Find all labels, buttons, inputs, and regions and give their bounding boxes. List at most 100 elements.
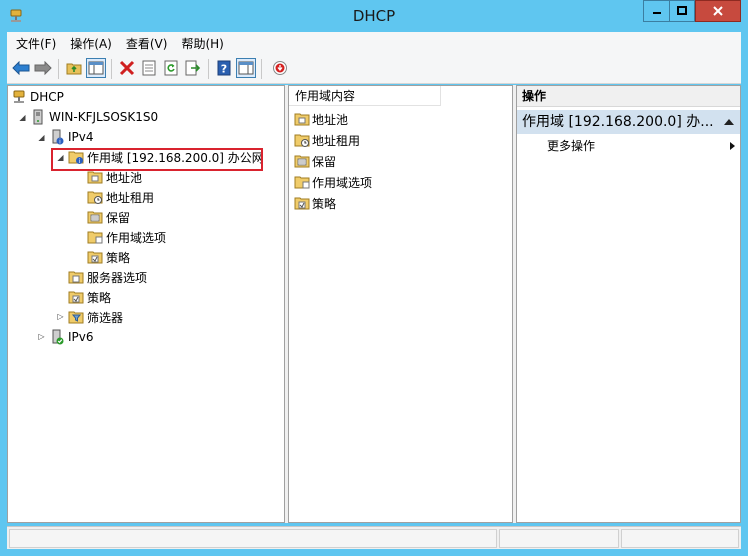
tree-label: WIN-KFJLSOSK1S0	[49, 110, 159, 124]
tree-node-address-leases[interactable]: 地址租用	[87, 188, 154, 206]
collapse-ipv4-toggle[interactable]: ◢	[37, 133, 46, 142]
refresh-button[interactable]	[161, 58, 181, 78]
reservation-icon	[87, 211, 103, 224]
menu-file[interactable]: 文件(F)	[9, 35, 63, 52]
console-tree-icon	[88, 61, 104, 75]
tree-label: 作用域选项	[106, 230, 167, 245]
address-pool-icon	[294, 113, 310, 126]
ipv4-server-icon: i	[52, 129, 64, 145]
tree-node-server[interactable]: WIN-KFJLSOSK1S0	[30, 108, 158, 126]
address-pool-icon	[87, 171, 103, 184]
back-arrow-icon	[12, 61, 30, 75]
up-folder-icon	[66, 63, 82, 75]
list-item-reservations[interactable]: 保留	[294, 151, 336, 171]
submenu-arrow-icon	[730, 142, 735, 150]
delete-button[interactable]	[117, 58, 137, 78]
svg-text:?: ?	[221, 63, 227, 76]
status-cell-main	[9, 529, 497, 548]
tree-node-filters[interactable]: 筛选器	[68, 308, 123, 326]
filter-icon	[68, 311, 84, 324]
ipv6-server-icon	[52, 329, 64, 345]
status-cell-2	[499, 529, 619, 548]
tree-node-scope-policies[interactable]: 策略	[87, 248, 130, 266]
reservation-icon	[294, 155, 310, 168]
menu-bar: 文件(F) 操作(A) 查看(V) 帮助(H)	[7, 32, 741, 54]
up-one-level-button[interactable]	[64, 58, 84, 78]
expand-ipv6-toggle[interactable]: ▷	[37, 332, 46, 341]
console-tree[interactable]: DHCP ◢ WIN-KFJLSOSK1S0 ◢ i IPv4 ◢ i 作用域 …	[7, 85, 285, 523]
tree-label: 保留	[106, 210, 131, 225]
status-cell-3	[621, 529, 739, 548]
address-lease-icon	[87, 191, 103, 204]
tree-node-policies[interactable]: 策略	[68, 288, 111, 306]
properties-button[interactable]	[139, 58, 159, 78]
tree-node-server-options[interactable]: 服务器选项	[68, 268, 147, 286]
more-actions-label: 更多操作	[547, 139, 596, 153]
actions-scope-group[interactable]: 作用域 [192.168.200.0] 办...	[517, 110, 740, 134]
tree-label: 策略	[106, 250, 131, 265]
menu-view[interactable]: 查看(V)	[119, 35, 175, 52]
minimize-button[interactable]	[643, 0, 669, 22]
dhcp-icon	[13, 90, 25, 103]
tree-node-address-pool[interactable]: 地址池	[87, 168, 142, 186]
column-header-scope-contents[interactable]: 作用域内容	[289, 86, 441, 106]
close-button[interactable]	[695, 0, 741, 22]
tree-node-dhcp[interactable]: DHCP	[11, 88, 64, 106]
export-list-button[interactable]	[183, 58, 203, 78]
tree-label: 地址租用	[106, 190, 155, 205]
properties-icon	[142, 60, 156, 76]
deactivate-icon	[273, 61, 287, 75]
tree-label: 策略	[87, 290, 112, 305]
list-item-scope-options[interactable]: 作用域选项	[294, 172, 372, 192]
list-item-label: 保留	[312, 154, 337, 169]
content-area: DHCP ◢ WIN-KFJLSOSK1S0 ◢ i IPv4 ◢ i 作用域 …	[7, 85, 741, 523]
tree-label: DHCP	[30, 90, 64, 104]
scope-options-icon	[87, 231, 103, 244]
list-item-address-leases[interactable]: 地址租用	[294, 130, 360, 150]
toolbar: ?	[7, 54, 741, 84]
forward-button[interactable]	[33, 58, 53, 78]
list-item-label: 地址池	[312, 112, 349, 127]
collapse-server-toggle[interactable]: ◢	[18, 113, 27, 122]
policy-icon	[68, 291, 84, 304]
help-button[interactable]: ?	[214, 58, 234, 78]
tree-node-scope-options[interactable]: 作用域选项	[87, 228, 166, 246]
dhcp-window: DHCP 文件(F) 操作(A) 查看(V) 帮助(H) ? DHCP ◢ WI…	[0, 0, 748, 556]
show-hide-action-pane-button[interactable]	[236, 58, 256, 78]
scope-options-icon	[294, 176, 310, 189]
export-icon	[185, 60, 201, 76]
refresh-icon	[164, 60, 178, 76]
deactivate-button[interactable]	[270, 58, 290, 78]
maximize-button[interactable]	[669, 0, 695, 22]
title-bar[interactable]: DHCP	[0, 0, 748, 32]
actions-pane: 操作 作用域 [192.168.200.0] 办... 更多操作	[516, 85, 741, 523]
show-hide-console-tree-button[interactable]	[86, 58, 106, 78]
tree-node-ipv4[interactable]: i IPv4	[49, 128, 94, 146]
list-item-policies[interactable]: 策略	[294, 193, 336, 213]
server-options-icon	[68, 271, 84, 284]
help-icon: ?	[217, 60, 231, 76]
back-button[interactable]	[11, 58, 31, 78]
list-item-address-pool[interactable]: 地址池	[294, 109, 348, 129]
list-item-label: 作用域选项	[312, 175, 373, 190]
expand-filters-toggle[interactable]: ▷	[56, 312, 65, 321]
list-item-label: 地址租用	[312, 133, 361, 148]
policy-icon	[87, 251, 103, 264]
collapse-triangle-icon[interactable]	[724, 119, 734, 125]
tree-label: IPv4	[68, 130, 94, 144]
result-pane[interactable]: 作用域内容 地址池 地址租用 保留 作用域选项 策略	[288, 85, 513, 523]
actions-group-label: 作用域 [192.168.200.0] 办...	[522, 114, 714, 130]
delete-icon	[119, 60, 135, 76]
menu-help[interactable]: 帮助(H)	[174, 35, 230, 52]
more-actions-item[interactable]: 更多操作	[547, 137, 737, 155]
server-icon	[33, 109, 43, 125]
tree-label: 服务器选项	[87, 270, 148, 285]
tree-label: 地址池	[106, 170, 143, 185]
tree-node-ipv6[interactable]: IPv6	[49, 328, 94, 346]
tree-node-reservations[interactable]: 保留	[87, 208, 130, 226]
action-pane-icon	[238, 61, 254, 75]
tree-label: IPv6	[68, 330, 94, 344]
policy-icon	[294, 197, 310, 210]
forward-arrow-icon	[34, 61, 52, 75]
menu-action[interactable]: 操作(A)	[63, 35, 119, 52]
